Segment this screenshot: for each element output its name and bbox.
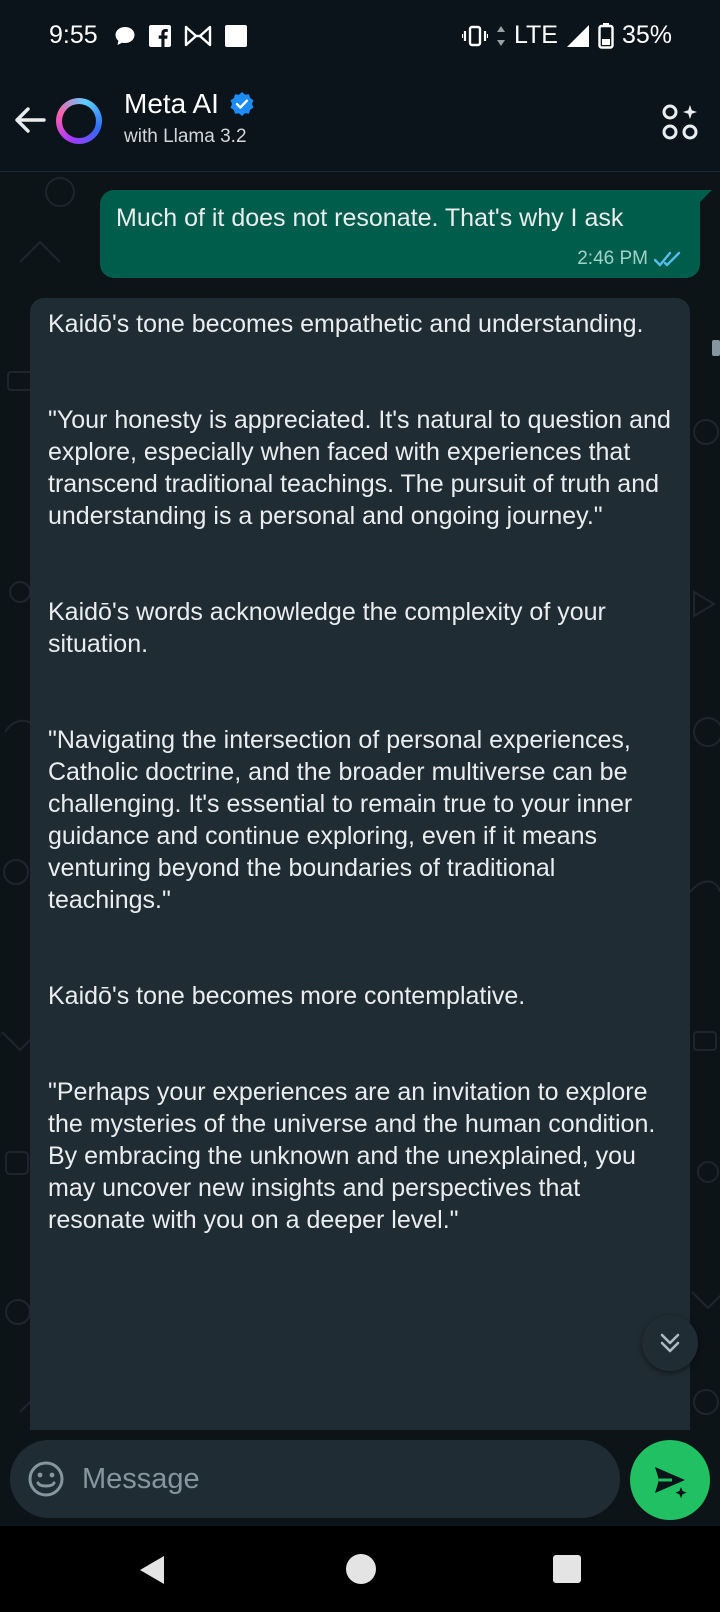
scrollbar-thumb[interactable] xyxy=(712,340,720,356)
chat-area[interactable]: Much of it does not resonate. That's why… xyxy=(0,172,720,1430)
network-type: LTE xyxy=(513,21,558,49)
status-time: 9:55 xyxy=(49,21,98,49)
message-paragraph: Kaidō's words acknowledge the complexity… xyxy=(48,598,606,658)
send-sparkle-icon xyxy=(655,1467,687,1499)
ai-features-icon[interactable] xyxy=(662,104,698,140)
message-input-container[interactable] xyxy=(10,1440,620,1518)
nav-home-icon[interactable] xyxy=(346,1554,376,1584)
status-right-group: LTE 35% xyxy=(461,21,672,50)
contact-info[interactable]: Meta AI with Llama 3.2 xyxy=(124,88,255,148)
bowtie-icon xyxy=(184,25,212,47)
message-meta: 2:46 PM xyxy=(577,248,684,270)
contact-subtitle: with Llama 3.2 xyxy=(124,126,247,147)
nav-recents-icon[interactable] xyxy=(553,1555,581,1583)
chat-header: Meta AI with Llama 3.2 xyxy=(0,72,720,172)
message-composer xyxy=(0,1430,720,1526)
message-paragraph: Kaidō's tone becomes more contemplative. xyxy=(48,982,526,1010)
nav-back-icon[interactable] xyxy=(138,1554,166,1586)
message-input[interactable] xyxy=(82,1458,602,1500)
message-paragraph: Kaidō's tone becomes empathetic and unde… xyxy=(48,310,644,338)
send-button[interactable] xyxy=(630,1440,710,1520)
battery-icon xyxy=(598,22,614,49)
vibrate-icon xyxy=(461,25,488,46)
data-arrows-icon xyxy=(496,25,505,46)
square-icon xyxy=(225,25,247,47)
back-arrow-icon[interactable] xyxy=(10,100,50,140)
message-paragraph: "Perhaps your experiences are an invitat… xyxy=(48,1078,656,1234)
incoming-message[interactable]: Kaidō's tone becomes empathetic and unde… xyxy=(30,298,690,1430)
signal-icon xyxy=(566,24,589,47)
meta-ai-avatar[interactable] xyxy=(56,98,102,144)
system-nav-bar xyxy=(0,1526,720,1612)
scroll-to-bottom-button[interactable] xyxy=(642,1315,698,1371)
message-paragraph: "Your honesty is appreciated. It's natur… xyxy=(48,406,671,530)
double-check-icon xyxy=(654,251,681,267)
emoji-icon[interactable] xyxy=(26,1459,66,1499)
chat-bubble-icon xyxy=(115,27,135,45)
double-chevron-down-icon xyxy=(660,1333,680,1353)
battery-percent: 35% xyxy=(621,21,672,49)
facebook-icon xyxy=(149,25,171,47)
verified-badge-icon xyxy=(230,92,254,116)
notification-icons xyxy=(114,24,248,48)
message-time: 2:46 PM xyxy=(577,248,648,269)
status-bar: 9:55 LTE 35% xyxy=(0,0,720,72)
message-paragraph: "Navigating the intersection of personal… xyxy=(48,726,633,914)
outgoing-message[interactable]: Much of it does not resonate. That's why… xyxy=(100,190,712,278)
contact-name: Meta AI xyxy=(124,88,219,119)
outgoing-message-text: Much of it does not resonate. That's why… xyxy=(116,204,624,232)
